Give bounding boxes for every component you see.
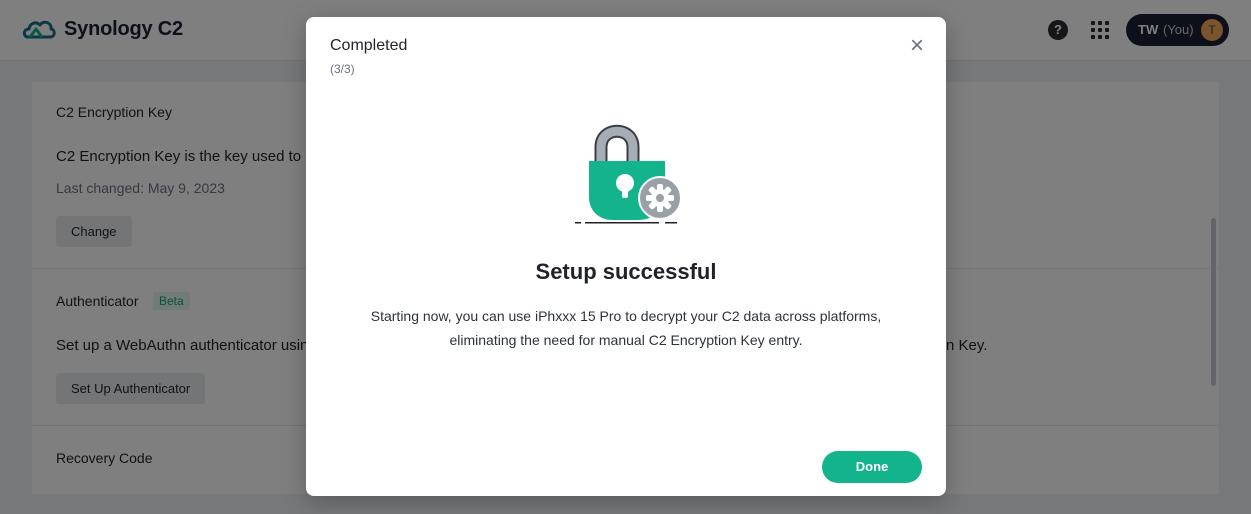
dialog-heading: Setup successful xyxy=(535,259,717,284)
close-icon[interactable]: × xyxy=(905,34,929,58)
dialog-body-line-2: eliminating the need for manual C2 Encry… xyxy=(449,332,803,348)
dialog-body: Starting now, you can use iPhxxx 15 Pro … xyxy=(346,304,906,352)
lock-icon xyxy=(575,124,682,224)
done-button[interactable]: Done xyxy=(822,451,922,483)
setup-complete-dialog: Completed (3/3) × Setup successful Start… xyxy=(306,17,946,496)
gear-icon xyxy=(646,184,674,212)
dialog-body-line-1: Starting now, you can use iPhxxx 15 Pro … xyxy=(370,308,882,324)
dialog-title: Completed xyxy=(330,37,408,54)
dialog-step-indicator: (3/3) xyxy=(330,62,355,76)
